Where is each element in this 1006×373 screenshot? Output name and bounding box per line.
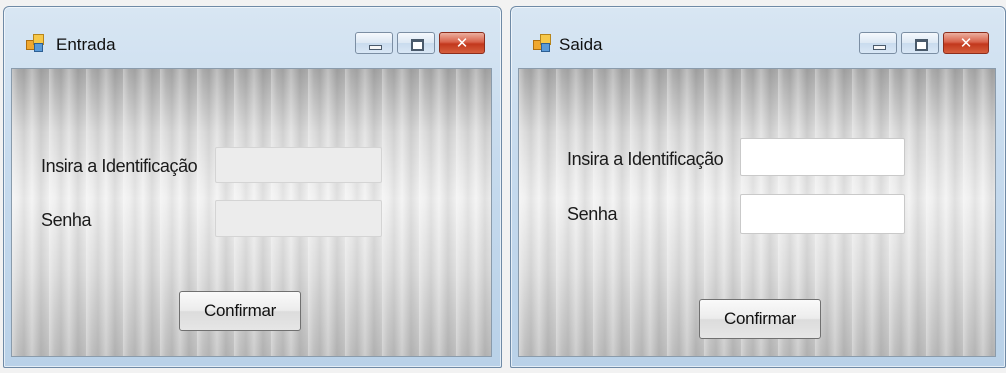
caption-buttons: ✕: [355, 32, 485, 56]
window-entrada[interactable]: Entrada ✕ Insira a Identificação Senha C…: [3, 6, 502, 368]
close-icon: ✕: [455, 34, 469, 52]
password-label: Senha: [41, 210, 92, 230]
minimize-button[interactable]: [859, 32, 897, 54]
windows-form-icon[interactable]: [533, 34, 551, 52]
caption-buttons: ✕: [859, 32, 989, 56]
form-client-area: Insira a Identificação Senha Confirmar: [11, 68, 492, 357]
form-client-area: Insira a Identificação Senha Confirmar: [518, 68, 996, 357]
identification-label: Insira a Identificação: [567, 149, 724, 169]
window-saida[interactable]: Saida ✕ Insira a Identificação Senha Con…: [510, 6, 1006, 368]
password-input[interactable]: [740, 194, 905, 234]
close-icon: ✕: [959, 34, 973, 52]
confirm-button[interactable]: Confirmar: [699, 299, 821, 339]
identification-label: Insira a Identificação: [41, 156, 198, 176]
windows-form-icon[interactable]: [26, 34, 44, 52]
close-button[interactable]: ✕: [439, 32, 485, 54]
window-title: Saida: [559, 35, 603, 54]
window-title: Entrada: [56, 35, 116, 54]
title-bar[interactable]: Entrada ✕: [4, 7, 501, 67]
close-button[interactable]: ✕: [943, 32, 989, 54]
identification-input[interactable]: [740, 138, 905, 176]
maximize-button[interactable]: [901, 32, 939, 54]
maximize-button[interactable]: [397, 32, 435, 54]
password-input[interactable]: [215, 200, 382, 237]
title-bar[interactable]: Saida ✕: [511, 7, 1005, 67]
identification-input[interactable]: [215, 147, 382, 183]
confirm-button[interactable]: Confirmar: [179, 291, 301, 331]
password-label: Senha: [567, 204, 618, 224]
minimize-button[interactable]: [355, 32, 393, 54]
